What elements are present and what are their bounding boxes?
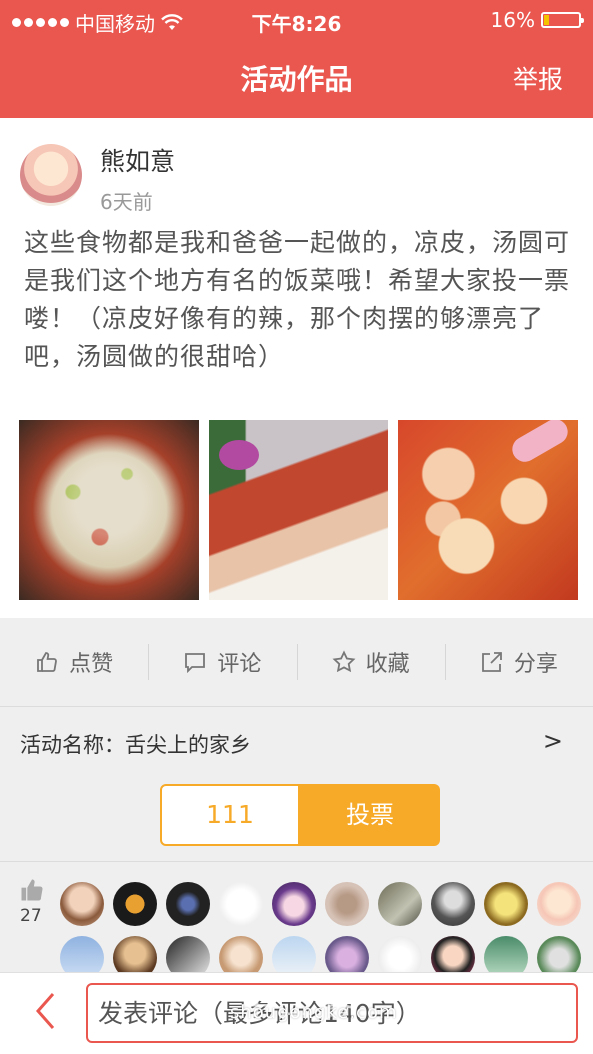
liker-avatar[interactable] [113,936,157,972]
page-title: 活动作品 [240,63,353,96]
favorite-button[interactable]: 收藏 [296,642,445,682]
comment-label: 评论 [217,652,262,677]
liker-avatar[interactable] [537,936,581,972]
liker-avatar[interactable] [431,882,475,926]
favorite-label: 收藏 [365,652,410,677]
liker-avatar[interactable] [113,882,157,926]
liker-avatar[interactable] [219,882,263,926]
tangyuan-photo[interactable] [398,420,579,600]
chevron-right-icon: > [542,727,563,755]
liker-avatar[interactable] [219,936,263,972]
battery-group: 16% [490,8,584,32]
liker-avatar[interactable] [537,882,581,926]
action-bar: 点赞 评论 收藏 分享 [0,618,593,707]
comment-button[interactable]: 评论 [148,642,296,682]
watermark-domain: shougongke.com [230,1002,398,1023]
report-button[interactable]: 举报 [513,60,563,96]
vote-button[interactable]: 投票 [300,784,440,846]
liker-avatar[interactable] [325,882,369,926]
likers-section: 27 [0,862,593,972]
share-button[interactable]: 分享 [444,642,593,682]
liker-avatar[interactable] [484,882,528,926]
liker-avatar[interactable] [166,882,210,926]
author-name[interactable]: 熊如意 [100,142,175,178]
liangpi-photo[interactable] [19,420,199,600]
liker-avatar[interactable] [484,936,528,972]
post-time: 6天前 [100,190,153,214]
back-icon-shape [35,993,55,1029]
liker-avatar[interactable] [431,936,475,972]
activity-name: 活动名称：舌尖上的家乡 [20,733,251,757]
like-count: 27 [20,906,42,926]
liker-avatar[interactable] [378,882,422,926]
star-icon [332,650,356,673]
like-button[interactable]: 点赞 [0,642,148,682]
liker-avatar[interactable] [60,936,104,972]
thumbs-up-icon [37,652,58,672]
activity-row[interactable]: 活动名称：舌尖上的家乡 > [0,707,593,779]
like-label: 点赞 [69,652,114,677]
battery-icon [541,12,584,28]
battery-percent: 16% [490,8,535,32]
liker-avatar[interactable] [60,882,104,926]
post-content: 这些食物都是我和爸爸一起做的，凉皮，汤圆可是我们这个地方有名的饭菜哦！希望大家投… [24,228,571,371]
share-icon [481,652,502,672]
liker-avatar[interactable] [378,936,422,972]
vote-count: 111 [160,784,300,846]
chevron-left-icon[interactable] [34,991,56,1038]
share-label: 分享 [513,652,558,677]
status-bar: 中国移动 下午8:26 16% [0,0,593,38]
liker-avatar[interactable] [325,936,369,972]
roast-pork-photo[interactable] [208,420,389,600]
liker-avatar[interactable] [272,936,316,972]
comment-icon [185,653,206,674]
author-avatar[interactable] [20,144,82,206]
liker-avatar[interactable] [166,936,210,972]
photo-grid [19,420,579,600]
liker-avatar[interactable] [272,882,316,926]
post-card: 熊如意 6天前 这些食物都是我和爸爸一起做的，凉皮，汤圆可是我们这个地方有名的饭… [0,118,593,618]
vote-section: 111 投票 [0,779,593,862]
thumbs-up-icon [21,879,43,901]
nav-bar: 活动作品 举报 [0,38,593,118]
